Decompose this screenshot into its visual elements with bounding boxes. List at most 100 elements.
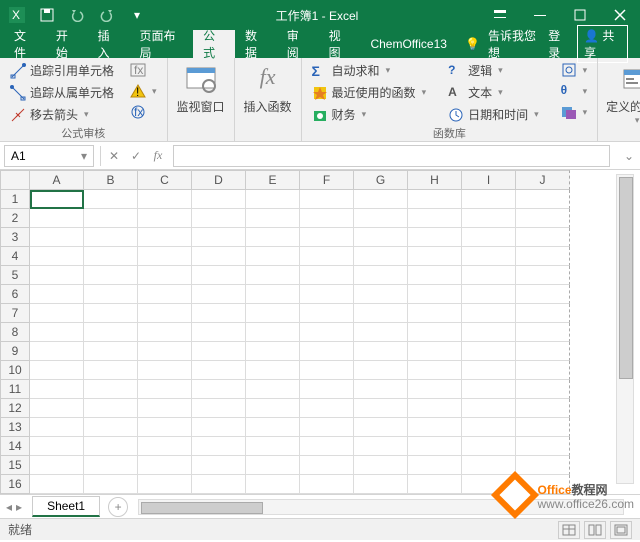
cell[interactable] (354, 266, 408, 285)
cell[interactable] (84, 380, 138, 399)
fx-icon[interactable]: fx (147, 145, 169, 167)
cell[interactable] (354, 304, 408, 323)
cell[interactable] (354, 190, 408, 209)
cell[interactable] (84, 399, 138, 418)
formula-input[interactable] (173, 145, 610, 167)
cell[interactable] (192, 323, 246, 342)
cell[interactable] (462, 209, 516, 228)
sheet-nav-prev-icon[interactable]: ◂ (6, 500, 12, 514)
cell[interactable] (84, 418, 138, 437)
cell[interactable] (138, 266, 192, 285)
row-header[interactable]: 9 (0, 342, 30, 361)
financial-button[interactable]: 财务▾ (308, 104, 431, 125)
cell[interactable] (516, 190, 570, 209)
cell[interactable] (30, 399, 84, 418)
tab-home[interactable]: 开始 (46, 30, 88, 58)
lookup-ref-button[interactable]: ▾ (557, 60, 592, 80)
row-header[interactable]: 10 (0, 361, 30, 380)
select-all-corner[interactable] (0, 170, 30, 190)
cell[interactable] (192, 285, 246, 304)
cell[interactable] (462, 190, 516, 209)
cell[interactable] (84, 209, 138, 228)
cell[interactable] (30, 323, 84, 342)
cell[interactable] (300, 475, 354, 494)
cell[interactable] (138, 304, 192, 323)
cell[interactable] (408, 323, 462, 342)
cell[interactable] (84, 266, 138, 285)
cell[interactable] (300, 399, 354, 418)
cell[interactable] (84, 361, 138, 380)
cell[interactable] (138, 190, 192, 209)
cell[interactable] (246, 361, 300, 380)
name-box[interactable]: A1▾ (4, 145, 94, 167)
cell[interactable] (354, 418, 408, 437)
cell[interactable] (462, 456, 516, 475)
cell[interactable] (246, 247, 300, 266)
cell[interactable] (408, 456, 462, 475)
row-header[interactable]: 1 (0, 190, 30, 209)
cell[interactable] (138, 418, 192, 437)
cell[interactable] (516, 304, 570, 323)
expand-formula-bar-icon[interactable]: ⌄ (618, 149, 640, 163)
cell[interactable] (246, 380, 300, 399)
qat-customize-icon[interactable]: ▾ (126, 4, 148, 26)
cell[interactable] (84, 456, 138, 475)
cell[interactable] (408, 342, 462, 361)
undo-icon[interactable] (66, 4, 88, 26)
show-formulas-button[interactable]: fx (126, 60, 161, 80)
sheet-nav-next-icon[interactable]: ▸ (16, 500, 22, 514)
datetime-button[interactable]: 日期和时间▾ (444, 104, 543, 125)
row-header[interactable]: 8 (0, 323, 30, 342)
cell[interactable] (408, 380, 462, 399)
cell[interactable] (516, 437, 570, 456)
tell-me-label[interactable]: 告诉我您想 (488, 27, 540, 61)
cell[interactable] (246, 209, 300, 228)
cell[interactable] (462, 380, 516, 399)
ribbon-options-icon[interactable] (480, 0, 520, 30)
cell[interactable] (516, 247, 570, 266)
cell[interactable] (30, 437, 84, 456)
cell[interactable] (300, 304, 354, 323)
vertical-scrollbar[interactable] (616, 174, 634, 484)
trace-dependents-button[interactable]: 追踪从属单元格 (6, 82, 118, 103)
cell[interactable] (462, 399, 516, 418)
cell[interactable] (354, 380, 408, 399)
cell[interactable] (354, 228, 408, 247)
cell[interactable] (462, 342, 516, 361)
cell[interactable] (30, 247, 84, 266)
cell[interactable] (246, 437, 300, 456)
cell[interactable] (84, 342, 138, 361)
cell[interactable] (192, 456, 246, 475)
cell[interactable] (192, 418, 246, 437)
cell[interactable] (138, 399, 192, 418)
cell[interactable] (246, 475, 300, 494)
cell[interactable] (30, 475, 84, 494)
cell[interactable] (516, 228, 570, 247)
cell[interactable] (408, 285, 462, 304)
cell[interactable] (516, 323, 570, 342)
row-header[interactable]: 6 (0, 285, 30, 304)
view-normal-icon[interactable] (558, 521, 580, 539)
row-header[interactable]: 7 (0, 304, 30, 323)
cell[interactable] (354, 285, 408, 304)
cell[interactable] (300, 266, 354, 285)
cell[interactable] (30, 361, 84, 380)
cell[interactable] (84, 323, 138, 342)
cell[interactable] (300, 323, 354, 342)
tab-file[interactable]: 文件 (4, 30, 46, 58)
minimize-button[interactable] (520, 0, 560, 30)
cell[interactable] (192, 266, 246, 285)
column-header[interactable]: D (192, 170, 246, 190)
cell[interactable] (84, 304, 138, 323)
cell[interactable] (300, 418, 354, 437)
cell[interactable] (408, 190, 462, 209)
cell[interactable] (462, 323, 516, 342)
column-header[interactable]: E (246, 170, 300, 190)
cell[interactable] (192, 228, 246, 247)
cell[interactable] (462, 285, 516, 304)
cell[interactable] (30, 342, 84, 361)
cell[interactable] (408, 437, 462, 456)
column-header[interactable]: G (354, 170, 408, 190)
cell[interactable] (300, 456, 354, 475)
cell[interactable] (192, 361, 246, 380)
